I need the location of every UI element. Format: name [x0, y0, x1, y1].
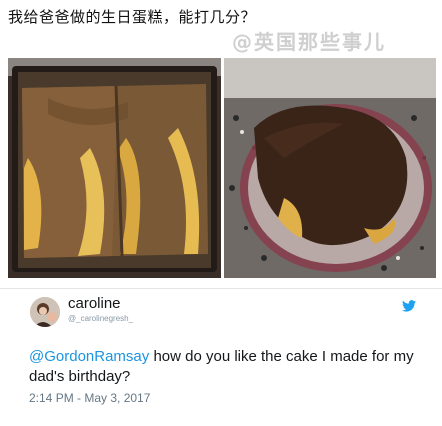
cake-photos: [8, 58, 436, 278]
user-name[interactable]: caroline: [68, 295, 121, 312]
cake-photo-tray[interactable]: [8, 58, 221, 278]
tweet-text: @GordonRamsay how do you like the cake I…: [29, 347, 419, 387]
user-handle[interactable]: @_carolinegresh_: [68, 314, 133, 323]
watermark: @英国那些事儿: [232, 30, 386, 54]
tweet-card: caroline @_carolinegresh_ @GordonRamsay …: [0, 289, 442, 426]
twitter-bird-icon[interactable]: [402, 297, 416, 312]
tweet-timestamp[interactable]: 2:14 PM - May 3, 2017: [29, 391, 150, 405]
cake-photo-plate[interactable]: [224, 58, 436, 278]
post-caption: 我给爸爸做的生日蛋糕，能打几分？: [8, 8, 257, 26]
mention-link[interactable]: @GordonRamsay: [29, 348, 149, 365]
avatar[interactable]: [30, 297, 60, 327]
